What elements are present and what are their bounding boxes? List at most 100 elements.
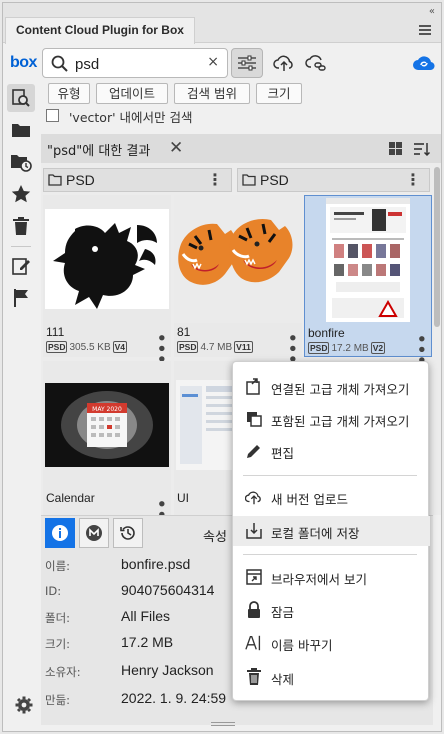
folder-icon [242,174,256,186]
info-icon [52,525,68,541]
panel-menu-icon[interactable] [419,25,431,37]
detail-value: 17.2 MB [121,634,174,650]
details-heading: 속성 [203,530,227,545]
menu-item-upload-version[interactable]: 새 버전 업로드 [233,482,430,512]
results-title: "psd"에 대한 결과 [47,144,151,159]
vector-only-label: 'vector' 내에서만 검색 [69,110,193,125]
dragon-image [45,209,169,309]
folder-name: PSD [66,172,95,188]
resize-grip[interactable] [211,722,235,726]
settings-gear-icon[interactable] [15,696,33,714]
menu-item-label: 브라우저에서 보기 [271,572,367,587]
file-tile[interactable]: 81 PSD 4.7 MB V11 ••• [174,195,302,365]
file-meta: PSD 305.5 KB V4 [46,341,128,353]
linked-object-icon [245,378,263,396]
menu-item-import-linked[interactable]: 연결된 고급 개체 가져오기 [233,372,430,402]
menu-item-lock[interactable]: 잠금 [233,595,430,625]
file-tile-selected[interactable]: bonfire PSD 17.2 MB V2 ••• [304,195,432,366]
menu-item-label: 잠금 [271,605,295,620]
more-options-icon[interactable]: ••• [152,499,170,515]
clear-search-icon[interactable]: × [207,54,219,70]
folder-item[interactable]: PSD ⋮ [237,168,430,192]
trash-icon[interactable] [7,212,35,240]
file-name: 81 [177,325,191,339]
file-thumbnail [174,195,302,323]
menu-separator [243,475,417,476]
menu-item-label: 연결된 고급 개체 가져오기 [271,382,410,397]
embedded-object-icon [245,410,263,428]
more-options-icon[interactable]: ⋮ [405,171,421,189]
more-options-icon[interactable]: ••• [152,333,170,365]
rail-divider [11,246,31,247]
menu-item-view-browser[interactable]: 브라우저에서 보기 [233,562,430,592]
file-type-badge: PSD [308,342,330,354]
file-name: UI [177,491,189,505]
file-tile[interactable]: MAY 2020 Calendar ••• [43,361,171,515]
file-name: 111 [46,325,65,339]
collapse-button[interactable]: « [429,6,435,17]
chip-updated[interactable]: 업데이트 [96,83,168,104]
menu-item-label: 이름 바꾸기 [271,638,333,653]
menu-item-edit[interactable]: 편집 [233,436,430,466]
vector-only-checkbox[interactable] [46,109,59,122]
panel-title-tab[interactable]: Content Cloud Plugin for Box [5,17,195,44]
flag-icon[interactable] [7,284,35,312]
detail-label: ID: [45,584,62,598]
search-input[interactable] [75,53,205,75]
folder-name: PSD [260,172,289,188]
folder-icon[interactable] [7,116,35,144]
results-header: "psd"에 대한 결과 ✕ [41,134,441,163]
scrollbar-thumb[interactable] [434,167,440,327]
file-size: 4.7 MB [200,341,233,353]
save-local-icon [245,522,263,540]
menu-item-rename[interactable]: 이름 바꾸기 [233,628,430,658]
chip-size[interactable]: 크기 [256,83,302,104]
file-thumbnail: MAY 2020 [43,361,171,489]
menu-item-label: 새 버전 업로드 [271,492,348,507]
cloud-upload-icon[interactable] [271,50,297,76]
file-tile[interactable]: 111 PSD 305.5 KB V4 ••• [43,195,171,365]
menu-item-delete[interactable]: 삭제 [233,662,430,692]
chip-search-scope[interactable]: 검색 범위 [174,83,250,104]
metadata-tab[interactable] [79,518,109,548]
info-tab[interactable] [45,518,75,548]
version-badge: V11 [234,341,253,353]
folder-item[interactable]: PSD ⋮ [43,168,232,192]
trash-icon [245,668,263,686]
menu-item-import-embedded[interactable]: 포함된 고급 개체 가져오기 [233,404,430,434]
menu-item-label: 편집 [271,446,295,461]
sort-icon[interactable] [413,141,431,157]
rename-icon [245,634,263,652]
file-meta: PSD 4.7 MB V11 [177,341,253,353]
detail-value: Henry Jackson [121,662,214,678]
detail-value: All Files [121,608,171,624]
results-scrollbar[interactable] [433,163,441,515]
version-badge: V4 [112,341,128,353]
sliders-icon [238,55,256,71]
file-meta: PSD 17.2 MB V2 [308,342,386,354]
chip-type[interactable]: 유형 [48,83,90,104]
cloud-sync-icon[interactable] [411,52,437,74]
file-name: bonfire [308,326,345,340]
star-icon[interactable] [7,180,35,208]
calendar-image: MAY 2020 [45,383,169,467]
search-icon[interactable] [7,84,35,112]
grid-view-icon[interactable] [389,142,402,155]
menu-item-save-local[interactable]: 로컬 폴더에 저장 [233,516,430,546]
browser-icon [245,568,263,586]
pencil-icon [245,442,263,460]
more-options-icon[interactable]: ⋮ [207,171,223,189]
history-tab[interactable] [113,518,143,548]
link-cloud-icon[interactable] [303,50,329,76]
history-icon [120,526,135,540]
version-badge: V2 [370,342,386,354]
file-size: 305.5 KB [69,341,111,353]
close-results-icon[interactable]: ✕ [169,138,183,158]
filter-button[interactable] [231,48,263,78]
edit-icon[interactable] [7,252,35,280]
detail-label: 크기: [45,637,71,651]
recent-folder-icon[interactable] [7,148,35,176]
title-bar: « Content Cloud Plugin for Box [3,3,441,44]
detail-value: bonfire.psd [121,556,191,572]
more-options-icon[interactable]: ••• [283,333,301,365]
